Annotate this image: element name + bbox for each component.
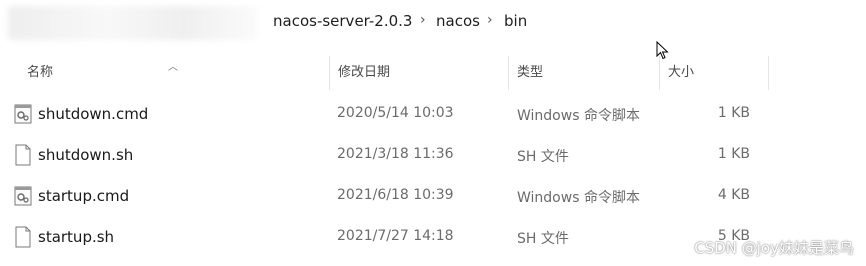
file-name: shutdown.sh — [38, 146, 134, 164]
file-type: Windows 命令脚本 — [517, 190, 640, 206]
file-modified-date: 2021/7/27 14:18 — [337, 228, 454, 244]
sort-ascending-icon: ︿ — [168, 62, 178, 73]
breadcrumb-bin[interactable]: bin — [504, 12, 527, 30]
watermark: CSDN @joy妹妹是菜鸟 — [694, 239, 854, 257]
column-header-row: ︿ 名称 修改日期 类型 大小 — [0, 56, 866, 90]
file-name: startup.cmd — [38, 187, 130, 205]
breadcrumb-nacos-server[interactable]: nacos-server-2.0.3 — [273, 12, 412, 30]
file-modified-date: 2020/5/14 10:03 — [337, 105, 454, 121]
file-size: 1 KB — [717, 105, 750, 121]
cmd-script-icon — [14, 186, 32, 206]
breadcrumb-separator-icon[interactable]: › — [420, 12, 426, 28]
file-row[interactable]: shutdown.sh 2021/3/18 11:36 SH 文件 1 KB — [0, 136, 866, 176]
cmd-script-icon — [14, 104, 32, 124]
file-modified-date: 2021/3/18 11:36 — [337, 146, 454, 162]
file-type: Windows 命令脚本 — [517, 108, 640, 124]
file-modified-date: 2021/6/18 10:39 — [337, 187, 454, 203]
file-size: 4 KB — [717, 187, 750, 203]
document-icon — [15, 226, 31, 248]
breadcrumb-separator-icon[interactable]: › — [487, 12, 493, 28]
file-type: SH 文件 — [517, 231, 569, 247]
address-bar[interactable]: nacos-server-2.0.3 › nacos › bin — [0, 0, 866, 46]
document-icon — [15, 144, 31, 166]
column-header-size[interactable]: 大小 — [659, 56, 769, 90]
column-header-name[interactable]: 名称 — [27, 56, 53, 90]
breadcrumb-nacos[interactable]: nacos — [436, 12, 480, 30]
file-size: 1 KB — [717, 146, 750, 162]
file-type: SH 文件 — [517, 149, 569, 165]
column-header-modified[interactable]: 修改日期 — [329, 56, 390, 90]
file-name: startup.sh — [38, 228, 115, 246]
file-row[interactable]: startup.cmd 2021/6/18 10:39 Windows 命令脚本… — [0, 177, 866, 217]
blurred-path-segment — [8, 6, 258, 40]
file-row[interactable]: shutdown.cmd 2020/5/14 10:03 Windows 命令脚… — [0, 95, 866, 135]
file-name: shutdown.cmd — [38, 105, 149, 123]
column-header-type[interactable]: 类型 — [508, 56, 543, 90]
